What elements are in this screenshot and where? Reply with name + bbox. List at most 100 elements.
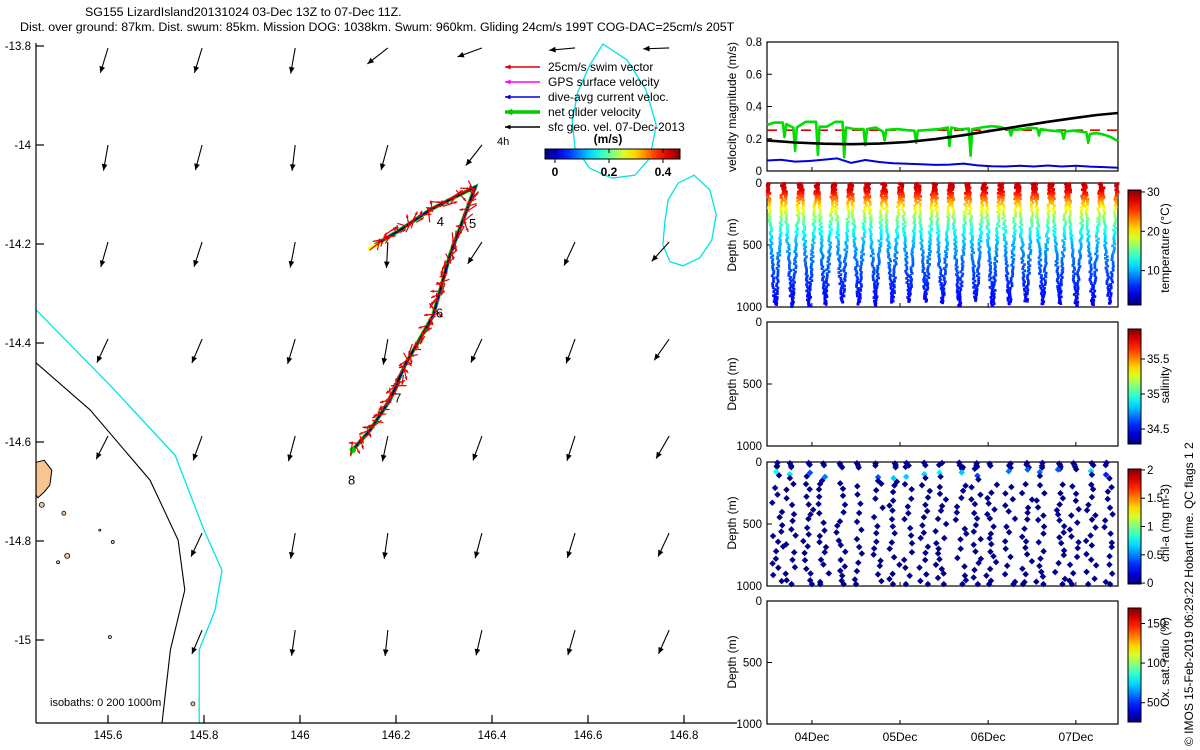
islet (99, 529, 101, 531)
current-vector-arrow (566, 436, 575, 461)
islet (65, 553, 70, 558)
current-vector-arrow (100, 242, 108, 267)
timeseries-panels: 00.20.40.60.8050010003020100500100035.53… (736, 37, 1169, 744)
velocity-series-2 (767, 158, 1118, 167)
legend-arrow (505, 125, 540, 130)
current-vector-arrow (287, 339, 296, 364)
geostrophic-vector-grid (96, 46, 669, 656)
imos-credit: © IMOS 15-Feb-2019 06:29:22 Hobart time.… (1182, 442, 1196, 746)
swim-vector-arrows (349, 181, 479, 457)
chla-panel: 0500100021.510.50 (736, 457, 1163, 593)
legend-entry-label: net glider velocity (548, 105, 641, 119)
map-colorbar-tick-label: 0.2 (601, 165, 618, 179)
current-vector-arrow (194, 48, 202, 73)
current-vector-arrow (549, 47, 575, 53)
chla-scatter (769, 460, 1116, 588)
current-vector-arrow (100, 48, 109, 73)
depth-tick-label: 1000 (736, 581, 762, 593)
dive-number-label: 4 (437, 214, 444, 229)
map-x-tick-label: 146.4 (478, 730, 507, 742)
temperature-colorbar-gradient (1128, 190, 1141, 305)
depth-tick-label: 500 (743, 658, 762, 670)
map-colorbar-title: (m/s) (594, 132, 623, 146)
depth-tick-label: 0 (756, 178, 762, 190)
current-vector-arrow (193, 436, 202, 460)
current-vector-arrow (471, 339, 482, 363)
chla-colorbar-label: chl-a (mg m-3) (1158, 484, 1172, 562)
map-x-tick-label: 146.6 (574, 730, 603, 742)
velocity-tick-label: 0.4 (746, 102, 763, 114)
current-vector-arrow (290, 145, 296, 171)
seaglider-mission-figure: { "header": { "title_line1": "SG155 Liza… (0, 0, 1200, 750)
current-vector-arrow (193, 242, 202, 267)
depth-tick-label: 500 (743, 379, 762, 391)
depth-tick-label: 1000 (736, 719, 762, 731)
figure-canvas: SG155 LizardIsland20131024 03-Dec 13Z to… (0, 0, 1200, 750)
current-vector-arrow (384, 242, 390, 268)
figure-title-line2: Dist. over ground: 87km. Dist. swum: 85k… (20, 20, 735, 34)
current-vector-arrow (380, 145, 388, 170)
chla-colorbar-tick-label: 0 (1147, 578, 1153, 590)
oxsat-panel: 0500100015010050 (736, 596, 1166, 731)
figure-title-line1: SG155 LizardIsland20131024 03-Dec 13Z to… (85, 5, 402, 19)
map-colorbar-gradient (545, 149, 680, 159)
current-vector-arrow (191, 533, 202, 557)
map-colorbar-tick-label: 0.4 (655, 165, 672, 179)
dive-number-label: 6 (436, 305, 443, 320)
salinity-colorbar-tick-label: 34.5 (1147, 424, 1169, 436)
map-colorbar: 00.20.4 (545, 149, 680, 179)
current-vector-arrow (382, 533, 388, 559)
legend-entry-label: GPS surface velocity (548, 75, 659, 89)
lizard-island (36, 460, 52, 498)
current-vector-arrow (102, 145, 108, 171)
current-vector-arrow (658, 533, 669, 557)
islet (111, 540, 114, 543)
map-y-tick-label: -13.8 (5, 41, 31, 53)
depth-tick-label: 1000 (736, 441, 762, 453)
chla-colorbar-gradient (1128, 469, 1141, 584)
oxsat-colorbar-gradient (1128, 608, 1141, 722)
reef-outline (663, 175, 716, 266)
time-axis-label: 06Dec (971, 730, 1006, 744)
map-y-tick-label: -14.2 (5, 239, 31, 251)
isobath-contour-0m (36, 310, 222, 723)
map-x-tick-label: 145.6 (94, 730, 123, 742)
map-y-tick-label: -14.6 (5, 437, 31, 449)
temperature-depth-ylabel: Depth (m) (725, 218, 739, 271)
current-vector-arrow (656, 436, 669, 459)
map-panel: 4567825cm/s swim vectorGPS surface veloc… (5, 41, 737, 742)
salinity-panel-box (767, 322, 1118, 446)
current-vector-arrow (96, 436, 108, 459)
legend-arrow (505, 109, 540, 116)
velocity-panel: 00.20.40.60.8 (746, 37, 1118, 178)
dive-number-label: 7 (394, 390, 401, 405)
temperature-colorbar-tick-label: 30 (1147, 187, 1160, 199)
velocity-tick-label: 0.6 (746, 69, 762, 81)
time-axis-label: 05Dec (883, 730, 918, 744)
current-vector-arrow (287, 436, 295, 461)
salinity-colorbar-gradient (1128, 329, 1141, 444)
isobath-contour-200m (36, 363, 185, 723)
depth-tick-label: 0 (756, 457, 762, 469)
islet (191, 702, 195, 706)
map-x-tick-label: 146.8 (670, 730, 699, 742)
current-vector-arrow (289, 242, 296, 268)
current-vector-arrow (475, 630, 482, 655)
current-vector-arrow (564, 242, 575, 266)
depth-tick-label: 500 (743, 240, 762, 252)
current-vector-arrow (192, 339, 202, 363)
depth-tick-label: 500 (743, 519, 762, 531)
legend-entry-label: 25cm/s swim vector (548, 60, 653, 74)
chla-depth-ylabel: Depth (m) (725, 496, 739, 549)
track-end-marker (350, 447, 356, 453)
map-y-tick-label: -15 (14, 635, 31, 647)
salinity-colorbar-tick-label: 35.5 (1147, 354, 1169, 366)
islet (57, 561, 60, 564)
temperature-scatter (766, 182, 1120, 308)
current-vector-arrow (367, 48, 387, 64)
depth-tick-label: 0 (756, 596, 762, 608)
current-vector-arrow (466, 145, 482, 166)
current-vector-arrow (468, 242, 482, 264)
map-x-tick-label: 145.8 (190, 730, 219, 742)
velocity-series-1 (767, 122, 1118, 158)
